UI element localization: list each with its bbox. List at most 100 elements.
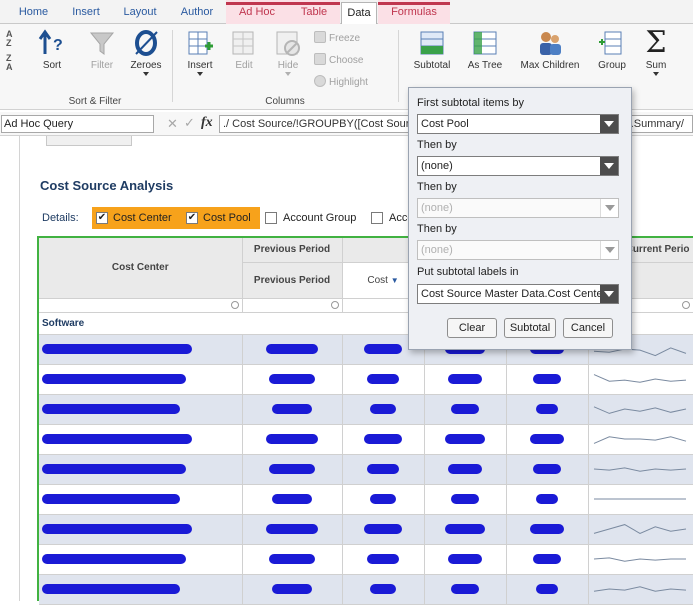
- sort-az-icon[interactable]: AZ: [6, 30, 13, 48]
- cost-center-cell[interactable]: [39, 514, 243, 545]
- value-cell[interactable]: [424, 364, 507, 395]
- put-labels-select[interactable]: Cost Source Master Data.Cost Center: [417, 284, 619, 304]
- cost-center-check-label[interactable]: Cost Center: [113, 212, 172, 224]
- filter-prev-period[interactable]: [242, 298, 343, 313]
- tab-data[interactable]: Data: [341, 2, 377, 25]
- value-cell[interactable]: [506, 514, 589, 545]
- tab-author[interactable]: Author: [172, 0, 222, 24]
- highlight-button[interactable]: Highlight: [314, 75, 368, 89]
- dropdown-arrow-icon[interactable]: [600, 115, 618, 133]
- as-tree-button[interactable]: As Tree: [462, 28, 508, 71]
- clear-button[interactable]: Clear: [447, 318, 497, 338]
- value-cell[interactable]: [342, 544, 425, 575]
- value-cell[interactable]: [342, 574, 425, 605]
- dropdown-arrow-icon[interactable]: [600, 285, 618, 303]
- tab-layout[interactable]: Layout: [115, 0, 165, 24]
- insert-button[interactable]: Insert: [178, 28, 222, 76]
- cancel-button[interactable]: Cancel: [563, 318, 613, 338]
- value-cell[interactable]: [242, 424, 343, 455]
- table-row[interactable]: [39, 394, 693, 425]
- cost-center-cell[interactable]: [39, 544, 243, 575]
- cost-center-checkbox[interactable]: ✔: [96, 212, 108, 224]
- group-button[interactable]: Group: [590, 28, 634, 71]
- value-cell[interactable]: [342, 454, 425, 485]
- table-row[interactable]: [39, 514, 693, 545]
- value-cell[interactable]: [506, 394, 589, 425]
- header-prev-period[interactable]: Previous Period: [242, 262, 343, 299]
- cost-center-cell[interactable]: [39, 394, 243, 425]
- value-cell[interactable]: [506, 544, 589, 575]
- cancel-formula-icon[interactable]: ✕: [167, 116, 178, 132]
- filter-cost-center[interactable]: [39, 298, 243, 313]
- header-cost-center[interactable]: Cost Center: [39, 238, 243, 299]
- value-cell[interactable]: [242, 544, 343, 575]
- tab-insert[interactable]: Insert: [67, 0, 105, 24]
- value-cell[interactable]: [242, 574, 343, 605]
- value-cell[interactable]: [342, 514, 425, 545]
- value-cell[interactable]: [424, 514, 507, 545]
- filter-button[interactable]: Filter: [80, 28, 124, 71]
- hide-button[interactable]: Hide: [266, 28, 310, 76]
- subtotal-button[interactable]: Subtotal: [406, 28, 458, 71]
- value-cell[interactable]: [506, 454, 589, 485]
- value-cell[interactable]: [424, 394, 507, 425]
- cost-center-cell[interactable]: [39, 334, 243, 365]
- redaction-scribble: [530, 434, 564, 444]
- max-children-button[interactable]: Max Children: [516, 28, 584, 71]
- edit-button[interactable]: Edit: [222, 28, 266, 71]
- table-row[interactable]: [39, 454, 693, 485]
- first-subtotal-select[interactable]: Cost Pool: [417, 114, 619, 134]
- value-cell[interactable]: [424, 544, 507, 575]
- value-cell[interactable]: [342, 394, 425, 425]
- function-icon[interactable]: fx: [201, 115, 213, 131]
- freeze-button[interactable]: Freeze: [314, 31, 360, 45]
- cost-pool-check-label[interactable]: Cost Pool: [203, 212, 251, 224]
- cost-center-cell[interactable]: [39, 484, 243, 515]
- value-cell[interactable]: [424, 424, 507, 455]
- account-group-check-label[interactable]: Account Group: [283, 212, 356, 224]
- value-cell[interactable]: [424, 484, 507, 515]
- zeroes-icon: [135, 30, 158, 56]
- dropdown-arrow-icon[interactable]: [600, 157, 618, 175]
- value-cell[interactable]: [242, 334, 343, 365]
- table-row[interactable]: [39, 544, 693, 575]
- value-cell[interactable]: [242, 394, 343, 425]
- value-cell[interactable]: [506, 574, 589, 605]
- cost-pool-checkbox[interactable]: ✔: [186, 212, 198, 224]
- account-checkbox[interactable]: [371, 212, 383, 224]
- account-group-checkbox[interactable]: [265, 212, 277, 224]
- value-cell[interactable]: [242, 514, 343, 545]
- value-cell[interactable]: [342, 364, 425, 395]
- then-by-select-1[interactable]: (none): [417, 156, 619, 176]
- sort-button[interactable]: ? Sort: [30, 28, 74, 71]
- value-cell[interactable]: [424, 574, 507, 605]
- value-cell[interactable]: [342, 484, 425, 515]
- value-cell[interactable]: [506, 424, 589, 455]
- tab-home[interactable]: Home: [0, 0, 67, 24]
- cost-center-cell[interactable]: [39, 424, 243, 455]
- value-cell[interactable]: [242, 364, 343, 395]
- value-cell[interactable]: [342, 424, 425, 455]
- header-cost-label: Cost: [367, 274, 388, 286]
- cost-center-cell[interactable]: [39, 364, 243, 395]
- zeroes-button[interactable]: Zeroes: [124, 28, 168, 76]
- table-row[interactable]: [39, 484, 693, 515]
- put-labels-value: Cost Source Master Data.Cost Center: [421, 288, 607, 300]
- value-cell[interactable]: [506, 484, 589, 515]
- value-cell[interactable]: [506, 364, 589, 395]
- table-row[interactable]: [39, 424, 693, 455]
- accept-formula-icon[interactable]: ✓: [184, 115, 195, 131]
- sort-za-icon[interactable]: ZA: [6, 54, 13, 72]
- value-cell[interactable]: [424, 454, 507, 485]
- table-row[interactable]: [39, 364, 693, 395]
- name-box[interactable]: Ad Hoc Query: [1, 115, 154, 133]
- value-cell[interactable]: [242, 454, 343, 485]
- value-cell[interactable]: [242, 484, 343, 515]
- choose-button[interactable]: Choose: [314, 53, 363, 67]
- table-row[interactable]: [39, 574, 693, 605]
- cost-center-cell[interactable]: [39, 574, 243, 605]
- cost-center-cell[interactable]: [39, 454, 243, 485]
- trend-cell: [588, 364, 693, 395]
- subtotal-apply-button[interactable]: Subtotal: [504, 318, 556, 338]
- sum-button[interactable]: Σ Sum: [636, 28, 676, 76]
